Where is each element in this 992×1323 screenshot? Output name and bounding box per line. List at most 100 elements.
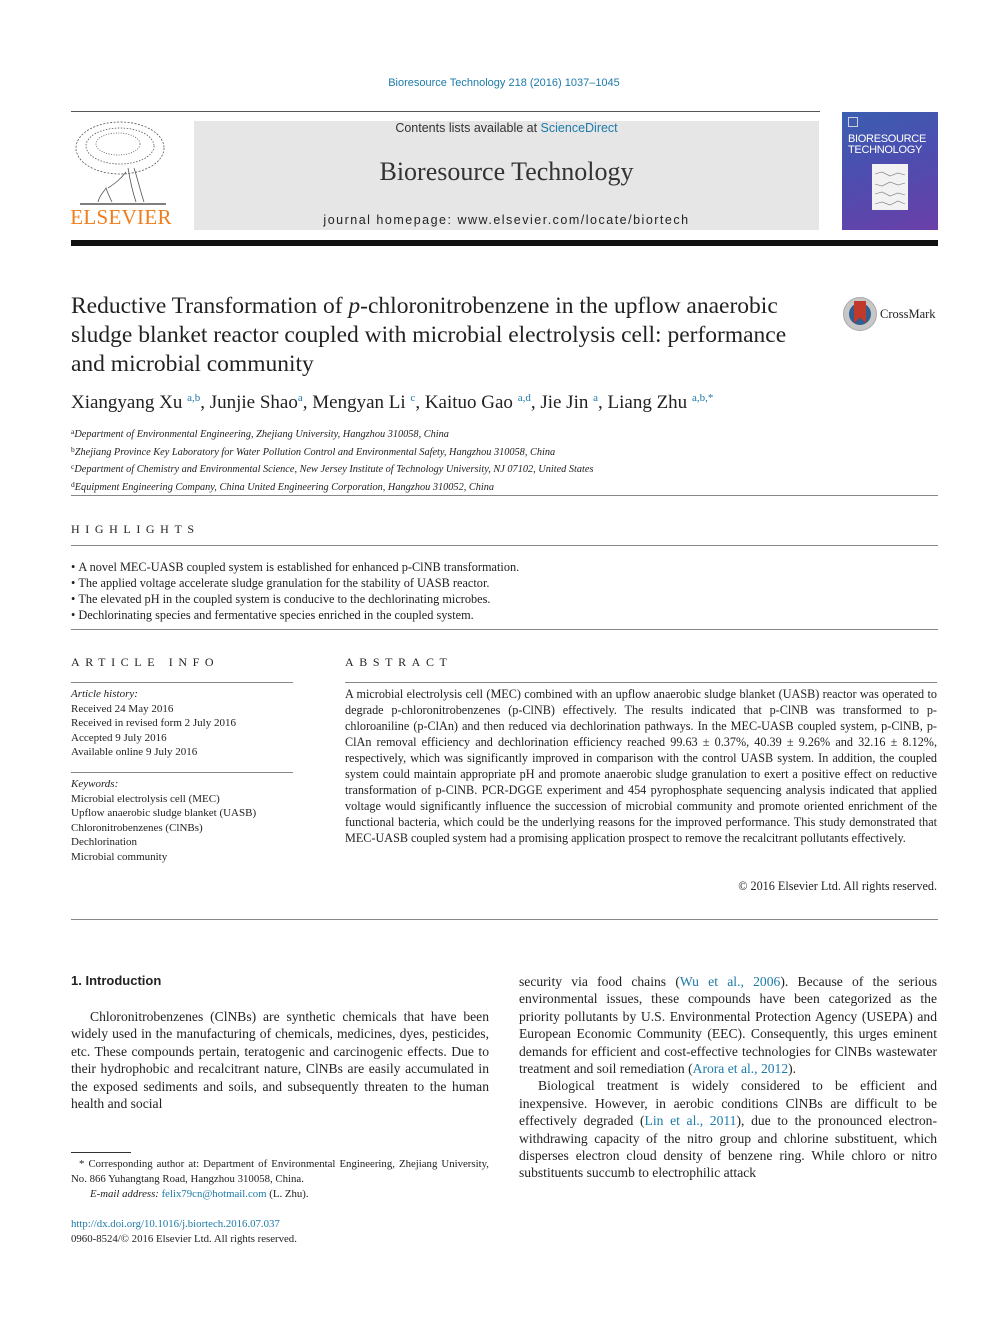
history-item: Accepted 9 July 2016 bbox=[71, 731, 167, 744]
elsevier-logo[interactable]: ELSEVIER bbox=[70, 118, 172, 230]
email-line: E-mail address: felix79cn@hotmail.com (L… bbox=[71, 1187, 489, 1202]
divider bbox=[71, 545, 938, 546]
cover-figure bbox=[872, 164, 908, 210]
abstract-copyright: © 2016 Elsevier Ltd. All rights reserved… bbox=[738, 879, 937, 893]
crossmark-button[interactable]: CrossMark bbox=[843, 297, 953, 337]
keywords-label: Keywords: bbox=[71, 778, 119, 790]
keyword-item: Upflow anaerobic sludge blanket (UASB) bbox=[71, 807, 257, 819]
journal-cover-thumbnail[interactable]: BIORESOURCE TECHNOLOGY bbox=[842, 112, 938, 230]
author[interactable]: Liang Zhu a,b,* bbox=[608, 392, 714, 413]
body-paragraph: Chloronitrobenzenes (ClNBs) are syntheti… bbox=[71, 1009, 489, 1112]
affiliation-item: cDepartment of Chemistry and Environment… bbox=[71, 460, 593, 478]
body-paragraph: security via food chains (Wu et al., 200… bbox=[519, 973, 937, 1077]
intro-left-column: Chloronitrobenzenes (ClNBs) are syntheti… bbox=[71, 1008, 489, 1112]
divider bbox=[71, 772, 293, 773]
author-name: Mengyan Li bbox=[312, 392, 406, 413]
divider bbox=[71, 495, 938, 496]
affiliations: aDepartment of Environmental Engineering… bbox=[71, 425, 593, 495]
author[interactable]: Kaituo Gao a,d bbox=[425, 392, 531, 413]
affiliation-text: Department of Environmental Engineering,… bbox=[74, 429, 449, 440]
citation-link[interactable]: Wu et al., 2006 bbox=[680, 974, 780, 989]
highlights-heading: HIGHLIGHTS bbox=[71, 522, 200, 536]
author-affiliation-link[interactable]: a,b bbox=[187, 392, 200, 404]
article-history-label: Article history: bbox=[71, 688, 138, 700]
article-info-heading: ARTICLE INFO bbox=[71, 655, 220, 669]
author-affiliation-link[interactable]: a bbox=[593, 392, 598, 404]
elsevier-wordmark: ELSEVIER bbox=[70, 205, 172, 229]
affiliation-item: dEquipment Engineering Company, China Un… bbox=[71, 478, 593, 496]
email-suffix: (L. Zhu). bbox=[266, 1188, 309, 1200]
journal-banner: Contents lists available at ScienceDirec… bbox=[194, 121, 819, 230]
citation-link[interactable]: Lin et al., 2011 bbox=[645, 1113, 737, 1128]
author[interactable]: Mengyan Li c bbox=[312, 392, 415, 413]
article-title: Reductive Transformation of p-chloronitr… bbox=[71, 292, 811, 379]
highlights-list: A novel MEC-UASB coupled system is estab… bbox=[71, 559, 519, 623]
keyword-item: Chloronitrobenzenes (ClNBs) bbox=[71, 821, 203, 834]
highlight-item: The elevated pH in the coupled system is… bbox=[71, 591, 519, 607]
author-affiliation-link[interactable]: a,b,* bbox=[692, 392, 713, 404]
journal-title: Bioresource Technology bbox=[379, 157, 634, 186]
affiliation-text: Department of Chemistry and Environmenta… bbox=[74, 464, 594, 475]
journal-homepage: journal homepage: www.elsevier.com/locat… bbox=[194, 213, 819, 227]
affiliation-text: Equipment Engineering Company, China Uni… bbox=[74, 481, 495, 493]
author-affiliation-link[interactable]: a bbox=[298, 392, 303, 404]
homepage-prefix: journal homepage: bbox=[323, 213, 458, 227]
cover-title: BIORESOURCE TECHNOLOGY bbox=[848, 134, 926, 156]
footnote-rule bbox=[71, 1152, 131, 1153]
keyword-item: Microbial electrolysis cell (MEC) bbox=[71, 792, 220, 805]
sciencedirect-link[interactable]: ScienceDirect bbox=[541, 121, 618, 135]
cover-graph-icon bbox=[874, 171, 906, 206]
keyword-item: Microbial community bbox=[71, 850, 168, 863]
divider bbox=[345, 682, 937, 683]
abstract-text: A microbial electrolysis cell (MEC) comb… bbox=[345, 687, 937, 845]
title-italic: p bbox=[348, 293, 361, 319]
citation-link[interactable]: Arora et al., 2012 bbox=[693, 1061, 789, 1076]
homepage-link[interactable]: www.elsevier.com/locate/biortech bbox=[457, 213, 689, 227]
journal-citation-link[interactable]: Bioresource Technology 218 (2016) 1037–1… bbox=[0, 77, 992, 89]
author[interactable]: Junjie Shaoa bbox=[210, 392, 303, 413]
author-name: Junjie Shao bbox=[209, 392, 298, 413]
crossmark-label: CrossMark bbox=[880, 307, 936, 321]
author-affiliation-link[interactable]: c bbox=[410, 392, 415, 404]
text-run: ). bbox=[788, 1061, 797, 1077]
header-rule bbox=[71, 111, 820, 112]
author[interactable]: Xiangyang Xu a,b bbox=[71, 392, 200, 413]
keyword-item: Dechlorination bbox=[71, 836, 137, 848]
contents-line: Contents lists available at ScienceDirec… bbox=[194, 121, 819, 135]
contents-prefix: Contents lists available at bbox=[395, 121, 541, 135]
doi-link[interactable]: http://dx.doi.org/10.1016/j.biortech.201… bbox=[71, 1217, 297, 1232]
affiliation-text: Zhejiang Province Key Laboratory for Wat… bbox=[74, 446, 556, 458]
header-thick-rule bbox=[71, 240, 938, 246]
article-history: Article history: Received 24 May 2016 Re… bbox=[71, 687, 293, 760]
email-label: E-mail address: bbox=[90, 1188, 162, 1200]
author-name: Liang Zhu bbox=[607, 392, 688, 413]
text-run: security via food chains ( bbox=[519, 974, 680, 989]
history-item: Received in revised form 2 July 2016 bbox=[71, 717, 236, 729]
cover-publisher-icon bbox=[848, 117, 858, 127]
author-name: Xiangyang Xu bbox=[71, 392, 183, 413]
author[interactable]: Jie Jin a bbox=[540, 392, 598, 413]
divider bbox=[71, 919, 938, 920]
section-title: 1. Introduction bbox=[71, 973, 162, 988]
author-name: Jie Jin bbox=[540, 392, 589, 413]
affiliation-item: bZhejiang Province Key Laboratory for Wa… bbox=[71, 443, 593, 461]
cover-title-line2: TECHNOLOGY bbox=[848, 144, 923, 156]
affiliation-item: aDepartment of Environmental Engineering… bbox=[71, 425, 593, 443]
intro-right-column: security via food chains (Wu et al., 200… bbox=[519, 973, 937, 1182]
history-item: Received 24 May 2016 bbox=[71, 702, 174, 715]
highlight-item: Dechlorinating species and fermentative … bbox=[71, 607, 519, 623]
footnote: * Corresponding author at: Department of… bbox=[71, 1157, 489, 1202]
author-list: Xiangyang Xu a,b, Junjie Shaoa, Mengyan … bbox=[71, 392, 714, 413]
author-name: Kaituo Gao bbox=[424, 392, 513, 413]
body-paragraph: Biological treatment is widely considere… bbox=[519, 1077, 937, 1181]
elsevier-tree-icon bbox=[75, 121, 166, 205]
highlight-item: The applied voltage accelerate sludge gr… bbox=[71, 575, 519, 591]
divider bbox=[71, 629, 938, 630]
keywords: Keywords: Microbial electrolysis cell (M… bbox=[71, 777, 293, 864]
doi-block: http://dx.doi.org/10.1016/j.biortech.201… bbox=[71, 1217, 297, 1247]
crossmark-icon bbox=[843, 297, 877, 331]
title-part1: Reductive Transformation of bbox=[71, 293, 349, 319]
history-item: Available online 9 July 2016 bbox=[71, 746, 198, 758]
author-affiliation-link[interactable]: a,d bbox=[518, 392, 531, 404]
email-link[interactable]: felix79cn@hotmail.com bbox=[162, 1188, 267, 1200]
